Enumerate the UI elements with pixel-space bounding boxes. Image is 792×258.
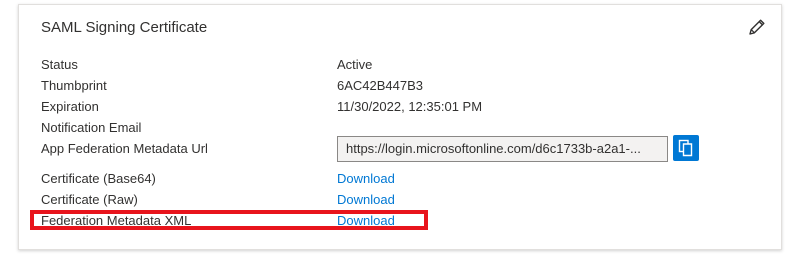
expiration-value: 11/30/2022, 12:35:01 PM [337, 99, 483, 114]
certificate-raw-label: Certificate (Raw) [41, 192, 138, 207]
copy-icon [678, 139, 693, 157]
status-row: Status Active [41, 55, 771, 75]
certificate-base64-label: Certificate (Base64) [41, 171, 156, 186]
expiration-label: Expiration [41, 99, 99, 114]
certificate-raw-row: Certificate (Raw) Download [41, 190, 771, 210]
thumbprint-value: 6AC42B447B3 [337, 78, 424, 93]
certificate-raw-download-link[interactable]: Download [337, 190, 395, 210]
notification-email-label: Notification Email [41, 120, 142, 135]
certificate-base64-row: Certificate (Base64) Download [41, 169, 771, 189]
card-title: SAML Signing Certificate [41, 19, 208, 36]
saml-signing-certificate-card: SAML Signing Certificate Status Active T… [18, 4, 782, 250]
pencil-icon [749, 19, 765, 35]
federation-metadata-xml-row: Federation Metadata XML Download [41, 211, 771, 231]
metadata-url-label: App Federation Metadata Url [41, 141, 208, 156]
federation-metadata-xml-label: Federation Metadata XML [41, 213, 192, 228]
certificate-base64-download-link[interactable]: Download [337, 169, 395, 189]
notification-email-row: Notification Email [41, 118, 771, 138]
copy-button[interactable] [673, 135, 699, 161]
metadata-url-row: App Federation Metadata Url https://logi… [41, 135, 771, 162]
expiration-row: Expiration 11/30/2022, 12:35:01 PM [41, 97, 771, 117]
thumbprint-row: Thumbprint 6AC42B447B3 [41, 76, 771, 96]
status-value: Active [337, 57, 373, 72]
metadata-url-field[interactable]: https://login.microsoftonline.com/d6c173… [337, 136, 668, 162]
status-label: Status [41, 57, 78, 72]
edit-button[interactable] [747, 17, 767, 37]
thumbprint-label: Thumbprint [41, 78, 107, 93]
federation-metadata-xml-download-link[interactable]: Download [337, 211, 395, 231]
